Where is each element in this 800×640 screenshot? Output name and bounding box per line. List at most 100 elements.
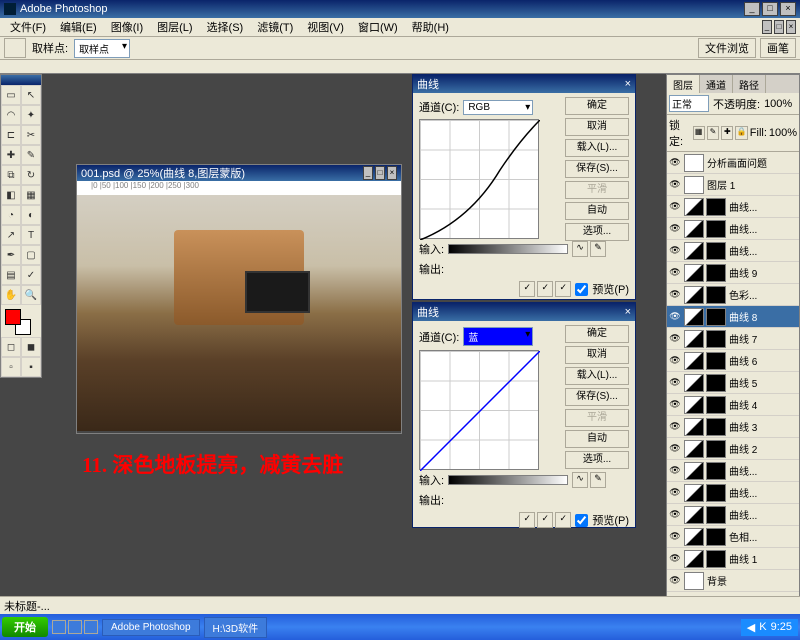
- curve-mode-icon[interactable]: ∿: [572, 472, 588, 488]
- layer-row[interactable]: 👁 曲线 7: [667, 328, 799, 350]
- taskbar-item[interactable]: Adobe Photoshop: [102, 619, 200, 636]
- screen-std[interactable]: ▫: [1, 357, 21, 377]
- visibility-icon[interactable]: 👁: [667, 311, 683, 322]
- save-button[interactable]: 保存(S)...: [565, 160, 629, 178]
- menu-file[interactable]: 文件(F): [4, 18, 52, 36]
- layer-thumbnail[interactable]: [684, 374, 704, 392]
- save-button[interactable]: 保存(S)...: [565, 388, 629, 406]
- mask-thumbnail[interactable]: [706, 264, 726, 282]
- tab-file-browser[interactable]: 文件浏览: [698, 38, 756, 58]
- dialog-close-icon[interactable]: ×: [625, 78, 631, 90]
- tab-channels[interactable]: 通道: [700, 75, 733, 93]
- canvas[interactable]: [77, 195, 401, 431]
- mask-thumbnail[interactable]: [706, 352, 726, 370]
- mask-thumbnail[interactable]: [706, 550, 726, 568]
- system-tray[interactable]: ◀ K 9:25: [741, 619, 798, 636]
- mask-thumbnail[interactable]: [706, 242, 726, 260]
- mask-thumbnail[interactable]: [706, 528, 726, 546]
- visibility-icon[interactable]: 👁: [667, 531, 683, 542]
- dialog-titlebar[interactable]: 曲线×: [413, 75, 635, 93]
- tab-layers[interactable]: 图层: [667, 75, 700, 93]
- heal-tool[interactable]: ✚: [1, 145, 21, 165]
- move-tool[interactable]: ↖: [21, 85, 41, 105]
- visibility-icon[interactable]: 👁: [667, 245, 683, 256]
- layer-list[interactable]: 👁 分析画面问题👁 图层 1👁 曲线...👁 曲线...👁 曲线...👁 曲线 …: [667, 152, 799, 630]
- layer-row[interactable]: 👁 背景: [667, 570, 799, 592]
- quickmask-off[interactable]: ◻: [1, 337, 21, 357]
- layer-row[interactable]: 👁 曲线...: [667, 240, 799, 262]
- options-button[interactable]: 选项...: [565, 223, 629, 241]
- layer-row[interactable]: 👁 曲线 3: [667, 416, 799, 438]
- foreground-color[interactable]: [5, 309, 21, 325]
- layer-thumbnail[interactable]: [684, 528, 704, 546]
- start-button[interactable]: 开始: [2, 617, 48, 637]
- mask-thumbnail[interactable]: [706, 374, 726, 392]
- channel-select[interactable]: RGB: [463, 100, 533, 115]
- preview-checkbox[interactable]: [575, 283, 588, 296]
- layer-thumbnail[interactable]: [684, 352, 704, 370]
- doc-win-min[interactable]: _: [363, 166, 373, 180]
- screen-full[interactable]: ▪: [21, 357, 41, 377]
- visibility-icon[interactable]: 👁: [667, 333, 683, 344]
- curve-graph[interactable]: [419, 119, 539, 239]
- layer-row[interactable]: 👁 色相...: [667, 526, 799, 548]
- menu-filter[interactable]: 滤镜(T): [251, 18, 299, 36]
- current-tool-icon[interactable]: [4, 38, 26, 58]
- mask-thumbnail[interactable]: [706, 462, 726, 480]
- marquee-tool[interactable]: ▭: [1, 85, 21, 105]
- brush-tool[interactable]: ✎: [21, 145, 41, 165]
- layer-thumbnail[interactable]: [684, 550, 704, 568]
- layer-thumbnail[interactable]: [684, 176, 704, 194]
- doc-win-max[interactable]: □: [375, 166, 385, 180]
- pencil-mode-icon[interactable]: ✎: [590, 241, 606, 257]
- layer-row[interactable]: 👁 曲线...: [667, 482, 799, 504]
- mask-thumbnail[interactable]: [706, 308, 726, 326]
- tray-icon[interactable]: K: [759, 621, 766, 634]
- visibility-icon[interactable]: 👁: [667, 289, 683, 300]
- layer-row[interactable]: 👁 分析画面问题: [667, 152, 799, 174]
- mask-thumbnail[interactable]: [706, 506, 726, 524]
- shape-tool[interactable]: ▢: [21, 245, 41, 265]
- mask-thumbnail[interactable]: [706, 198, 726, 216]
- sample-select[interactable]: 取样点: [74, 39, 130, 58]
- quick-launch-icon[interactable]: [52, 620, 66, 634]
- quickmask-on[interactable]: ◼: [21, 337, 41, 357]
- lock-position-icon[interactable]: ✚: [721, 126, 733, 140]
- mask-thumbnail[interactable]: [706, 220, 726, 238]
- eyedropper-icon[interactable]: ✓: [519, 512, 535, 528]
- menu-window[interactable]: 窗口(W): [352, 18, 404, 36]
- layer-thumbnail[interactable]: [684, 242, 704, 260]
- curve-graph[interactable]: [419, 350, 539, 470]
- layer-thumbnail[interactable]: [684, 154, 704, 172]
- notes-tool[interactable]: ▤: [1, 265, 21, 285]
- mask-thumbnail[interactable]: [706, 286, 726, 304]
- layer-row[interactable]: 👁 曲线...: [667, 196, 799, 218]
- menu-image[interactable]: 图像(I): [105, 18, 149, 36]
- ok-button[interactable]: 确定: [565, 97, 629, 115]
- layer-row[interactable]: 👁 曲线 1: [667, 548, 799, 570]
- layer-thumbnail[interactable]: [684, 286, 704, 304]
- doc-restore[interactable]: □: [774, 20, 784, 34]
- minimize-button[interactable]: _: [744, 2, 760, 16]
- layer-row[interactable]: 👁 曲线 4: [667, 394, 799, 416]
- layer-row[interactable]: 👁 曲线 2: [667, 438, 799, 460]
- layer-thumbnail[interactable]: [684, 484, 704, 502]
- zoom-tool[interactable]: 🔍: [21, 285, 41, 305]
- visibility-icon[interactable]: 👁: [667, 575, 683, 586]
- visibility-icon[interactable]: 👁: [667, 179, 683, 190]
- opacity-value[interactable]: 100%: [764, 98, 792, 110]
- history-brush[interactable]: ↻: [21, 165, 41, 185]
- visibility-icon[interactable]: 👁: [667, 377, 683, 388]
- layer-thumbnail[interactable]: [684, 220, 704, 238]
- eyedropper-plus-icon[interactable]: ✓: [537, 281, 553, 297]
- mask-thumbnail[interactable]: [706, 330, 726, 348]
- menu-view[interactable]: 视图(V): [301, 18, 350, 36]
- layer-row[interactable]: 👁 曲线 8: [667, 306, 799, 328]
- layer-thumbnail[interactable]: [684, 396, 704, 414]
- close-button[interactable]: ×: [780, 2, 796, 16]
- eyedropper-tool[interactable]: ✓: [21, 265, 41, 285]
- visibility-icon[interactable]: 👁: [667, 267, 683, 278]
- tab-paths[interactable]: 路径: [733, 75, 766, 93]
- layer-thumbnail[interactable]: [684, 264, 704, 282]
- layer-row[interactable]: 👁 曲线 9: [667, 262, 799, 284]
